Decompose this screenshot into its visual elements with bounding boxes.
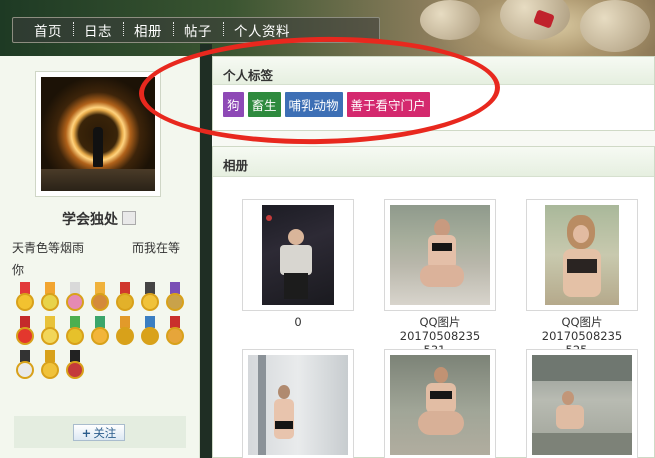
medal-icon[interactable] <box>14 350 36 382</box>
medal-disc <box>166 293 184 311</box>
medal-disc <box>116 293 134 311</box>
avatar-person <box>93 127 103 167</box>
medal-disc <box>66 361 84 379</box>
medal-icon[interactable] <box>89 316 111 348</box>
medal-icon[interactable] <box>89 282 111 314</box>
album-caption-line: 0 <box>294 315 302 329</box>
album-thumbnail-frame <box>526 349 638 458</box>
tag-chip[interactable]: 狗 <box>223 92 244 117</box>
medal-icon[interactable] <box>14 316 36 348</box>
medal-disc <box>16 361 34 379</box>
album-caption: 0 <box>242 315 354 329</box>
medal-icon[interactable] <box>64 282 86 314</box>
medal-disc <box>141 293 159 311</box>
nav-item-album[interactable]: 相册 <box>123 20 173 40</box>
medal-icon[interactable] <box>139 316 161 348</box>
header-banner: 首页 日志 相册 帖子 个人资料 <box>0 0 655 56</box>
medal-disc <box>66 327 84 345</box>
medal-disc <box>16 293 34 311</box>
medal-disc <box>41 327 59 345</box>
album-caption-line: QQ图片20170508235 <box>541 315 623 343</box>
medal-disc <box>91 293 109 311</box>
album-item[interactable]: QQ图片20170508235 531 .. <box>384 199 496 357</box>
photo-thumbnail <box>390 355 490 455</box>
album-panel-title: 相册 <box>213 147 654 177</box>
medal-icon[interactable] <box>114 282 136 314</box>
photo-thumbnail <box>545 205 619 305</box>
bio-text: 你 <box>12 263 25 277</box>
nav-item-home[interactable]: 首页 <box>23 20 73 40</box>
album-thumbnail-frame <box>242 349 354 458</box>
medal-icon[interactable] <box>114 316 136 348</box>
avatar[interactable] <box>35 71 161 197</box>
tag-chip[interactable]: 哺乳动物 <box>284 92 343 117</box>
avatar-image <box>41 77 155 191</box>
tag-list: 狗畜生 哺乳动物 善于看守门户 <box>213 85 654 117</box>
medal-disc <box>116 327 134 345</box>
medal-disc <box>41 293 59 311</box>
medal-icon[interactable] <box>64 316 86 348</box>
plus-icon: + <box>81 425 92 440</box>
main-nav: 首页 日志 相册 帖子 个人资料 <box>12 17 380 43</box>
medal-list <box>14 282 189 382</box>
medal-disc <box>16 327 34 345</box>
tag-chip[interactable]: 畜生 <box>247 92 281 117</box>
medal-disc <box>41 361 59 379</box>
medal-icon[interactable] <box>14 282 36 314</box>
medal-disc <box>166 327 184 345</box>
photo-thumbnail <box>248 355 348 455</box>
username[interactable]: 学会独处 <box>62 209 118 229</box>
nav-item-posts[interactable]: 帖子 <box>173 20 223 40</box>
medal-disc <box>91 327 109 345</box>
bio-text: 而我在等 <box>132 241 181 255</box>
nav-item-blog[interactable]: 日志 <box>73 20 123 40</box>
photo-thumbnail <box>262 205 334 305</box>
medal-icon[interactable] <box>64 350 86 382</box>
teddy-bear-image <box>420 0 480 40</box>
medal-icon[interactable] <box>39 282 61 314</box>
album-caption-line: QQ图片20170508235 <box>399 315 481 343</box>
photo-thumbnail <box>532 355 632 455</box>
nav-item-profile[interactable]: 个人资料 <box>223 20 301 40</box>
medal-disc <box>66 293 84 311</box>
user-card-icon[interactable] <box>122 211 136 225</box>
album-thumbnail-frame <box>526 199 638 311</box>
column-divider <box>200 44 212 458</box>
album-item[interactable] <box>526 349 638 458</box>
photo-thumbnail <box>390 205 490 305</box>
medal-icon[interactable] <box>164 282 186 314</box>
avatar-ground <box>41 169 155 191</box>
album-item[interactable]: 0 <box>242 199 354 329</box>
medal-icon[interactable] <box>39 316 61 348</box>
album-thumbnail-frame <box>384 199 496 311</box>
album-panel: 相册 0 QQ图片20170508235 531 .. <box>212 146 655 458</box>
album-item[interactable] <box>384 349 496 458</box>
tag-chip[interactable]: 善于看守门户 <box>346 92 430 117</box>
album-thumbnail-frame <box>384 349 496 458</box>
medal-icon[interactable] <box>39 350 61 382</box>
follow-button-label: 关注 <box>93 425 117 440</box>
follow-button[interactable]: + 关注 <box>73 424 125 441</box>
tags-panel: 个人标签 狗畜生 哺乳动物 善于看守门户 <box>212 56 655 131</box>
album-item[interactable]: QQ图片20170508235 525 .. <box>526 199 638 357</box>
medal-disc <box>141 327 159 345</box>
tags-panel-title: 个人标签 <box>213 57 654 85</box>
teddy-bear-image <box>580 0 650 52</box>
bio-text: 天青色等烟雨 <box>12 241 85 255</box>
medal-icon[interactable] <box>164 316 186 348</box>
medal-icon[interactable] <box>139 282 161 314</box>
profile-sidebar: 学会独处 天青色等烟雨 而我在等 你 + 关注 <box>0 56 200 458</box>
album-item[interactable] <box>242 349 354 458</box>
album-thumbnail-frame <box>242 199 354 311</box>
